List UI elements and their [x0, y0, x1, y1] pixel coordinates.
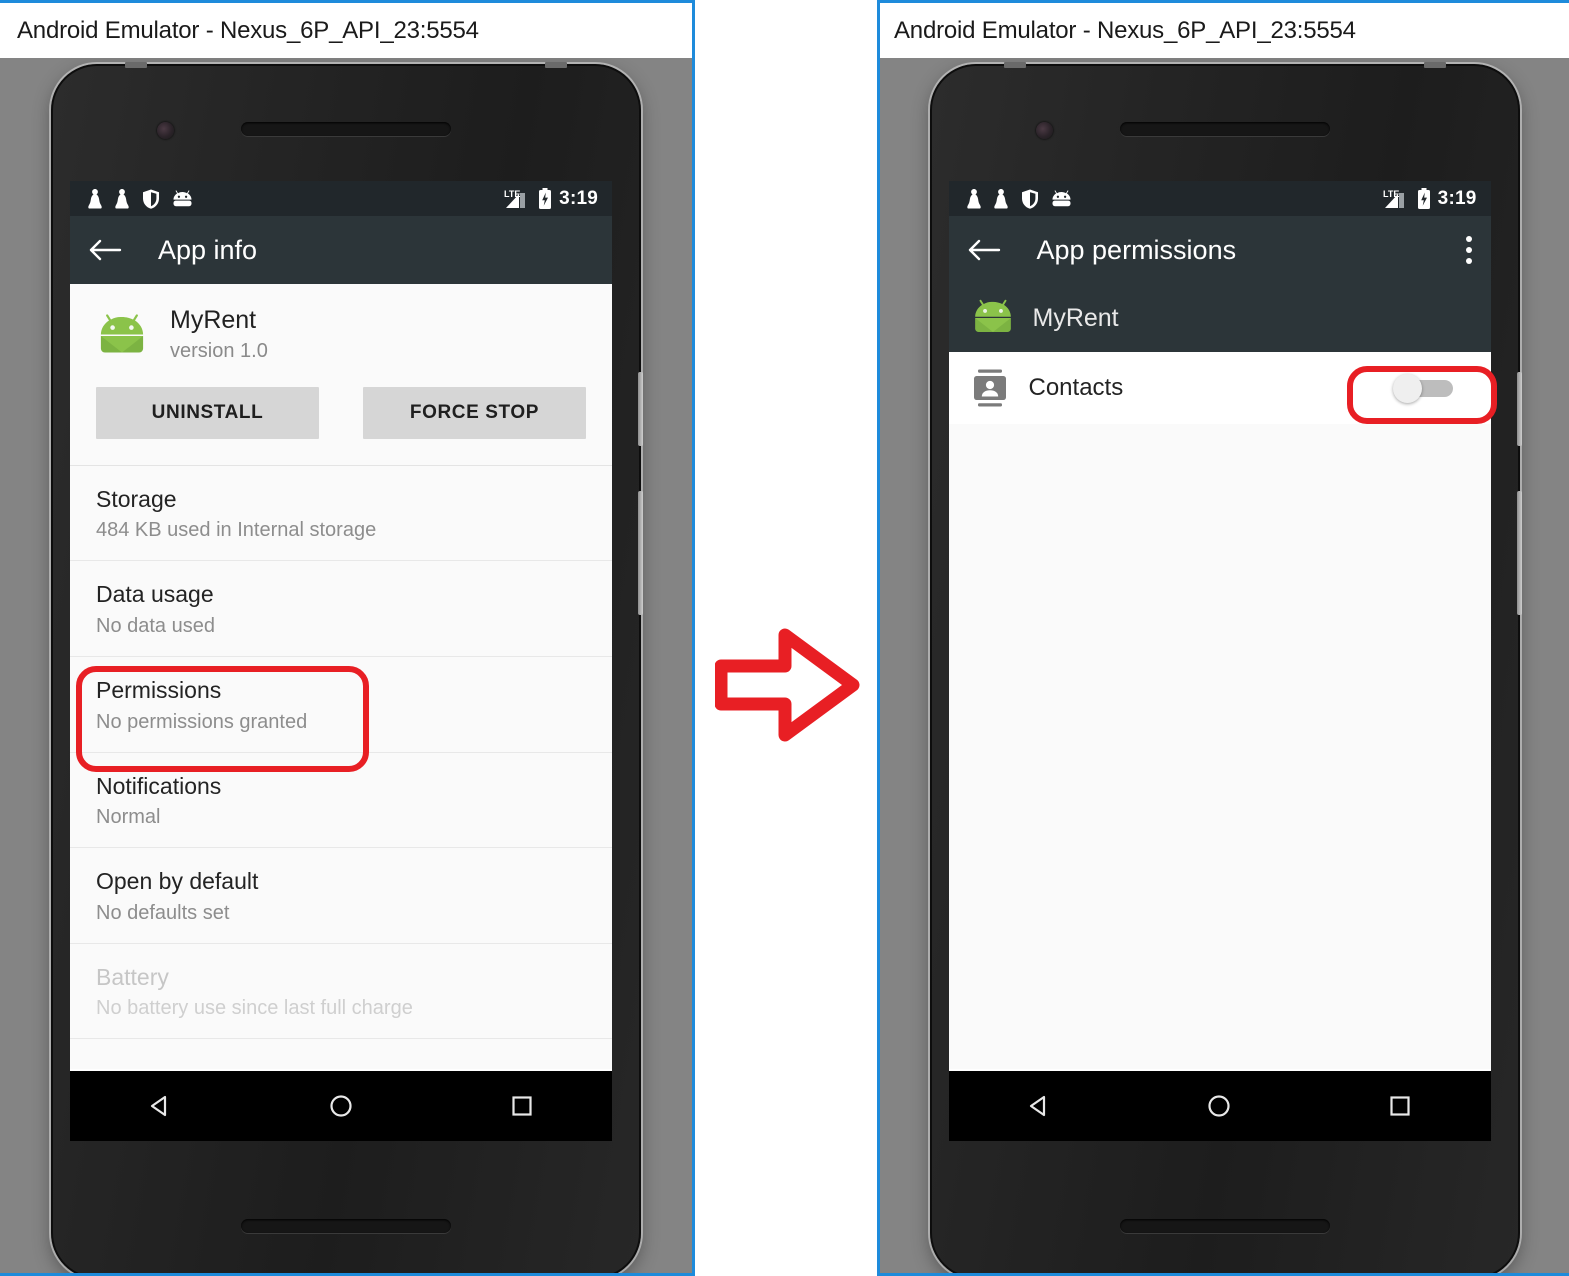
list-item-subtitle: No defaults set	[96, 901, 230, 924]
front-camera-icon	[1035, 122, 1053, 139]
person-silhouette-icon	[993, 188, 1008, 208]
app-info-list: Storage 484 KB used in Internal storage …	[70, 464, 612, 1040]
app-bar-left: App info	[70, 216, 612, 284]
list-item-title: Battery	[96, 963, 169, 990]
bottom-speaker-grille	[1119, 1219, 1330, 1233]
list-item-battery: Battery No battery use since last full c…	[70, 944, 612, 1040]
permission-row-contacts[interactable]: Contacts	[948, 352, 1491, 424]
list-item-storage[interactable]: Storage 484 KB used in Internal storage	[70, 466, 612, 562]
android-app-icon	[974, 299, 1011, 332]
uninstall-button[interactable]: UNINSTALL	[96, 386, 319, 439]
app-permissions-content: MyRent Contacts	[948, 284, 1491, 1069]
home-nav-icon[interactable]	[301, 1091, 381, 1121]
status-bar-clock: 3:19	[1437, 187, 1477, 209]
list-item-subtitle: 484 KB used in Internal storage	[96, 519, 377, 542]
list-item-subtitle: No battery use since last full charge	[96, 997, 413, 1020]
battery-charging-icon	[539, 187, 552, 209]
shield-icon	[143, 189, 159, 209]
bottom-speaker-grille	[241, 1219, 451, 1233]
phone-screen-right: LTE 3:19 App permissions MyRent Contacts	[948, 181, 1491, 1141]
android-head-icon	[173, 190, 192, 207]
phone-device-right: LTE 3:19 App permissions MyRent Contacts	[929, 62, 1522, 1273]
permissions-app-name: MyRent	[1032, 303, 1119, 332]
emulator-body-left: LTE 3:19 App info MyRent version 1.0 UNI…	[0, 58, 692, 1273]
app-name-label: MyRent	[170, 306, 257, 334]
front-camera-icon	[157, 122, 174, 139]
volume-button[interactable]	[638, 491, 643, 615]
page-title-left: App info	[158, 234, 258, 265]
list-item-open-by-default[interactable]: Open by default No defaults set	[70, 848, 612, 944]
toggle-thumb	[1392, 374, 1422, 403]
window-titlebar-left: Android Emulator - Nexus_6P_API_23:5554	[0, 3, 692, 58]
back-arrow-icon[interactable]	[88, 237, 122, 263]
top-speaker-grille	[1119, 122, 1330, 136]
back-nav-icon[interactable]	[120, 1091, 200, 1121]
list-item-title: Open by default	[96, 868, 259, 895]
window-title-right: Android Emulator - Nexus_6P_API_23:5554	[894, 16, 1356, 44]
window-titlebar-right: Android Emulator - Nexus_6P_API_23:5554	[880, 3, 1569, 58]
recents-nav-icon[interactable]	[1360, 1091, 1440, 1121]
navigation-bar-right	[948, 1069, 1491, 1141]
home-nav-icon[interactable]	[1179, 1091, 1259, 1121]
back-nav-icon[interactable]	[999, 1091, 1079, 1121]
list-item-title: Permissions	[96, 676, 222, 703]
overflow-menu-icon[interactable]	[1465, 236, 1473, 264]
permissions-app-header: MyRent	[948, 284, 1491, 352]
flow-arrow-right	[714, 625, 860, 745]
android-head-icon	[1052, 190, 1070, 207]
list-item-permissions[interactable]: Permissions No permissions granted	[70, 657, 612, 753]
force-stop-button[interactable]: FORCE STOP	[363, 386, 586, 439]
status-bar-clock: 3:19	[559, 187, 598, 209]
list-item-subtitle: Normal	[96, 806, 161, 829]
window-title-left: Android Emulator - Nexus_6P_API_23:5554	[17, 16, 479, 44]
power-button[interactable]	[1516, 372, 1522, 446]
status-bar-right: LTE 3:19	[948, 181, 1491, 216]
list-item-title: Data usage	[96, 581, 214, 608]
status-bar-left: LTE 3:19	[70, 181, 612, 216]
person-silhouette-icon	[88, 188, 102, 208]
frame-tab	[545, 62, 567, 68]
navigation-bar-left	[70, 1069, 612, 1141]
emulator-window-left: Android Emulator - Nexus_6P_API_23:5554	[0, 0, 695, 1276]
android-app-icon	[100, 314, 144, 353]
list-item-title: Storage	[96, 485, 177, 512]
contacts-card-icon	[973, 369, 1006, 407]
list-item-data-usage[interactable]: Data usage No data used	[70, 561, 612, 657]
frame-tab	[1423, 62, 1446, 68]
battery-charging-icon	[1417, 187, 1430, 209]
app-version-label: version 1.0	[170, 339, 268, 362]
list-item-title: Notifications	[96, 772, 222, 799]
frame-tab	[125, 62, 147, 68]
list-item-subtitle: No permissions granted	[96, 710, 308, 733]
signal-bars-icon: LTE	[504, 189, 526, 208]
list-item-notifications[interactable]: Notifications Normal	[70, 753, 612, 849]
list-item-subtitle: No data used	[96, 614, 215, 637]
app-bar-right: App permissions	[948, 216, 1491, 284]
volume-button[interactable]	[1516, 491, 1522, 615]
frame-tab	[1003, 62, 1026, 68]
shield-icon	[1021, 189, 1038, 209]
app-summary-row: MyRent version 1.0	[70, 284, 612, 373]
page-title-right: App permissions	[1036, 234, 1237, 265]
power-button[interactable]	[638, 372, 643, 446]
screenshot-root: Android Emulator - Nexus_6P_API_23:5554	[0, 0, 1569, 1276]
app-action-buttons: UNINSTALL FORCE STOP	[70, 373, 612, 465]
person-silhouette-icon	[966, 188, 981, 208]
signal-bars-icon: LTE	[1383, 189, 1404, 208]
top-speaker-grille	[241, 122, 451, 136]
permission-label: Contacts	[1028, 374, 1124, 401]
person-silhouette-icon	[115, 188, 129, 208]
emulator-body-right: LTE 3:19 App permissions MyRent Contacts	[880, 58, 1569, 1273]
phone-device-left: LTE 3:19 App info MyRent version 1.0 UNI…	[51, 62, 643, 1273]
phone-screen-left: LTE 3:19 App info MyRent version 1.0 UNI…	[70, 181, 612, 1141]
recents-nav-icon[interactable]	[482, 1091, 562, 1121]
permission-toggle-contacts[interactable]	[1392, 374, 1453, 403]
app-info-content: MyRent version 1.0 UNINSTALL FORCE STOP …	[70, 284, 612, 1069]
back-arrow-icon[interactable]	[967, 237, 1001, 263]
emulator-window-right: Android Emulator - Nexus_6P_API_23:5554	[877, 0, 1569, 1276]
